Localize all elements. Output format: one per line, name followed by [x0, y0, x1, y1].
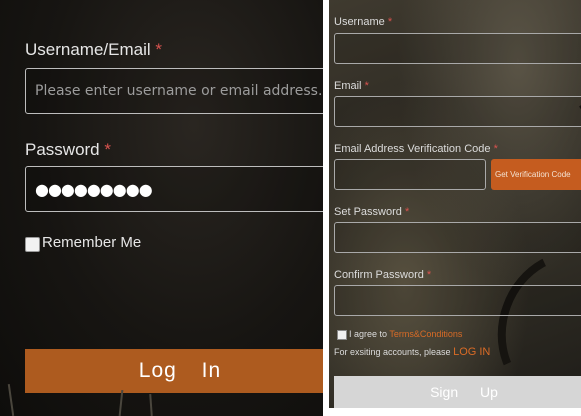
existing-account-prefix: For exsiting accounts, please [334, 347, 451, 357]
remember-me-label[interactable]: Remember Me [42, 234, 141, 251]
required-mark: * [387, 16, 393, 28]
signup-panel: Username * Email * Email Address Verific… [329, 0, 581, 408]
existing-account-text: For exsiting accounts, please LOG IN [334, 346, 490, 358]
required-mark: * [404, 206, 410, 218]
verification-code-input[interactable] [334, 159, 486, 190]
signup-button[interactable]: Sign Up [334, 376, 581, 408]
confirm-password-label-text: Confirm Password [334, 269, 424, 281]
set-password-label-text: Set Password [334, 206, 402, 218]
agree-terms-checkbox[interactable] [337, 330, 347, 340]
get-verification-code-button[interactable]: Get Verification Code [491, 159, 581, 190]
login-button[interactable]: Log In [25, 349, 323, 393]
required-mark: * [155, 40, 163, 59]
signup-email-label-text: Email [334, 80, 362, 92]
required-mark: * [104, 140, 111, 159]
signup-username-label: Username * [334, 16, 392, 28]
agree-terms-text: I agree to Terms&Conditions [349, 329, 462, 339]
username-email-label: Username/Email * [25, 40, 162, 60]
username-email-input[interactable]: Please enter username or email address. [25, 68, 323, 114]
password-input[interactable]: ●●●●●●●●● [25, 166, 323, 212]
signup-email-label: Email * [334, 80, 369, 92]
required-mark: * [493, 143, 498, 155]
username-email-placeholder: Please enter username or email address. [35, 83, 323, 99]
signup-email-input[interactable] [334, 96, 581, 127]
grass-decoration [149, 393, 153, 416]
signup-username-input[interactable] [334, 33, 581, 64]
confirm-password-label: Confirm Password * [334, 269, 431, 281]
set-password-label: Set Password * [334, 206, 409, 218]
verification-code-label-text: Email Address Verification Code [334, 143, 491, 155]
signup-username-label-text: Username [334, 16, 385, 28]
username-email-label-text: Username/Email [25, 40, 151, 59]
set-password-input[interactable] [334, 222, 581, 253]
required-mark: * [426, 269, 432, 281]
grass-decoration [7, 384, 15, 416]
confirm-password-input[interactable] [334, 285, 581, 316]
grass-decoration [118, 389, 124, 416]
password-masked-value: ●●●●●●●●● [35, 180, 153, 199]
terms-conditions-link[interactable]: Terms&Conditions [389, 329, 462, 339]
required-mark: * [364, 80, 369, 92]
password-label: Password * [25, 140, 111, 160]
verification-code-label: Email Address Verification Code * [334, 143, 498, 155]
login-panel: Username/Email * Please enter username o… [0, 0, 323, 416]
password-label-text: Password [25, 140, 100, 159]
agree-prefix-text: I agree to [349, 329, 388, 339]
login-link[interactable]: LOG IN [453, 346, 490, 358]
remember-me-checkbox[interactable] [25, 237, 40, 252]
